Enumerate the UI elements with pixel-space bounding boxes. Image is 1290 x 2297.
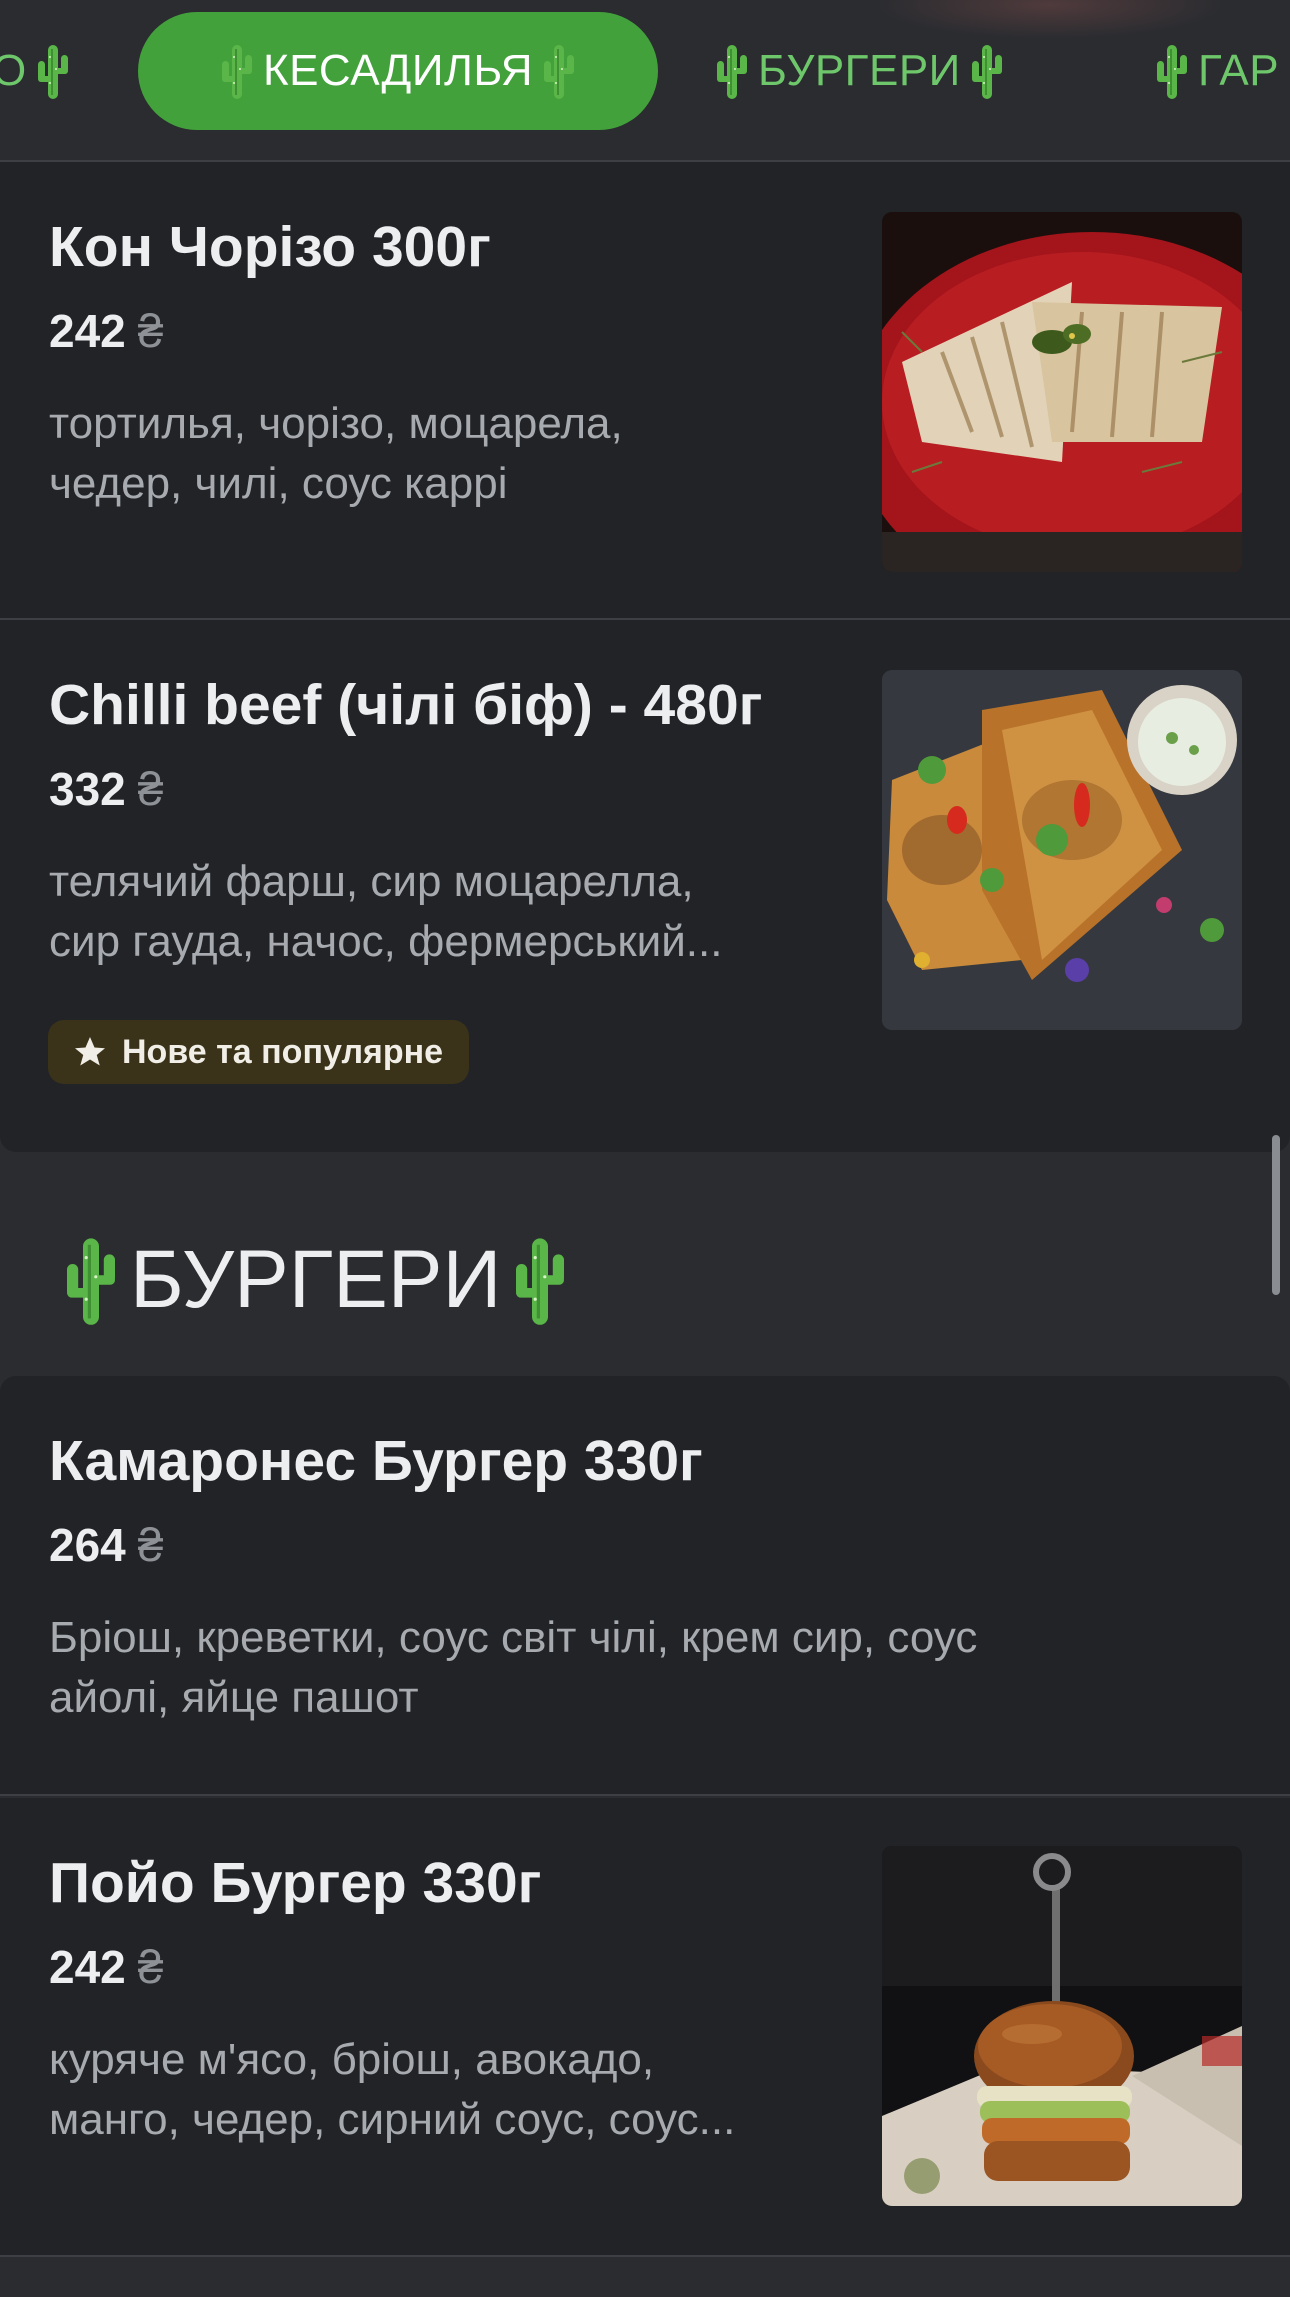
tab-label: БУРГЕРИ	[758, 46, 961, 95]
item-price: 242 ₴	[49, 1940, 163, 1994]
section-title-burgers: БУРГЕРИ	[56, 1225, 575, 1335]
popular-badge: Нове та популярне	[48, 1020, 470, 1084]
item-photo[interactable]	[882, 212, 1242, 572]
cactus-icon	[712, 41, 752, 101]
tab-next-category[interactable]: ГАР	[1152, 12, 1285, 130]
cactus-icon	[539, 41, 579, 101]
tab-label: ГАР	[1198, 46, 1280, 95]
item-photo[interactable]	[882, 1846, 1242, 2206]
star-icon	[75, 1037, 105, 1066]
menu-item-card[interactable]: Камаронес Бургер 330г 264 ₴ Бріош, кревет…	[0, 1376, 1290, 1796]
cactus-icon	[217, 41, 257, 101]
item-description: Бріош, креветки, соус світ чілі, крем си…	[49, 1608, 977, 1728]
currency-symbol: ₴	[137, 763, 164, 815]
cactus-icon	[33, 41, 73, 101]
burger-photo-image	[882, 1846, 1242, 2206]
description-line: сир гауда, начос, фермерський...	[49, 917, 723, 966]
menu-item-card[interactable]: Пойо Бургер 330г 242 ₴ куряче м'ясо, бріо…	[0, 1798, 1290, 2257]
scrollbar[interactable]	[1272, 1135, 1280, 1295]
price-value: 264	[49, 1519, 126, 1571]
cactus-icon	[505, 1232, 575, 1328]
tab-label: О	[0, 46, 27, 96]
cactus-icon	[967, 41, 1007, 101]
cactus-icon	[1152, 41, 1192, 101]
cactus-icon	[56, 1232, 126, 1328]
description-line: Бріош, креветки, соус світ чілі, крем си…	[49, 1613, 978, 1662]
item-description: куряче м'ясо, бріош, авокадо, манго, чед…	[49, 2030, 735, 2150]
menu-item-card[interactable]: Chilli beef (чілі біф) - 480г 332 ₴ теляч…	[0, 620, 1290, 1152]
description-line: манго, чедер, сирний соус, соус...	[49, 2095, 736, 2144]
item-description: телячий фарш, сир моцарелла, сир гауда, …	[49, 852, 722, 972]
price-value: 332	[49, 763, 126, 815]
item-title: Chilli beef (чілі біф) - 480г	[49, 673, 763, 737]
price-value: 242	[49, 1941, 126, 1993]
quesadilla-photo-image	[882, 670, 1242, 1030]
tab-previous-category[interactable]: О	[0, 12, 73, 130]
description-line: тортилья, чорізо, моцарела,	[49, 399, 623, 448]
item-title: Пойо Бургер 330г	[49, 1851, 542, 1915]
currency-symbol: ₴	[137, 305, 164, 357]
tab-quesadilla[interactable]: КЕСАДИЛЬЯ	[138, 12, 658, 130]
card-divider	[0, 1794, 1290, 1796]
item-title: Камаронес Бургер 330г	[49, 1429, 703, 1493]
item-price: 332 ₴	[49, 762, 163, 816]
description-line: чедер, чилі, соус каррі	[49, 459, 508, 508]
description-line: телячий фарш, сир моцарелла,	[49, 857, 694, 906]
badge-label: Нове та популярне	[122, 1032, 444, 1071]
tab-label: КЕСАДИЛЬЯ	[262, 46, 534, 95]
currency-symbol: ₴	[137, 1941, 164, 1993]
description-line: айолі, яйце пашот	[49, 1673, 419, 1722]
price-value: 242	[49, 305, 126, 357]
item-title: Кон Чорізо 300г	[49, 215, 491, 279]
description-line: куряче м'ясо, бріош, авокадо,	[49, 2035, 655, 2084]
menu-item-card[interactable]: Кон Чорізо 300г 242 ₴ тортилья, чорізо, м…	[0, 162, 1290, 620]
item-photo[interactable]	[882, 670, 1242, 1030]
section-title-label: БУРГЕРИ	[130, 1234, 502, 1325]
currency-symbol: ₴	[137, 1519, 164, 1571]
item-description: тортилья, чорізо, моцарела, чедер, чилі,…	[49, 394, 623, 514]
quesadilla-photo-image	[882, 212, 1242, 572]
item-price: 264 ₴	[49, 1518, 163, 1572]
category-tab-bar: О КЕСАДИЛЬЯ БУРГЕРИ ГАР	[0, 0, 1290, 162]
tab-burgers[interactable]: БУРГЕРИ	[712, 12, 1007, 130]
item-price: 242 ₴	[49, 304, 163, 358]
card-divider	[0, 2255, 1290, 2257]
